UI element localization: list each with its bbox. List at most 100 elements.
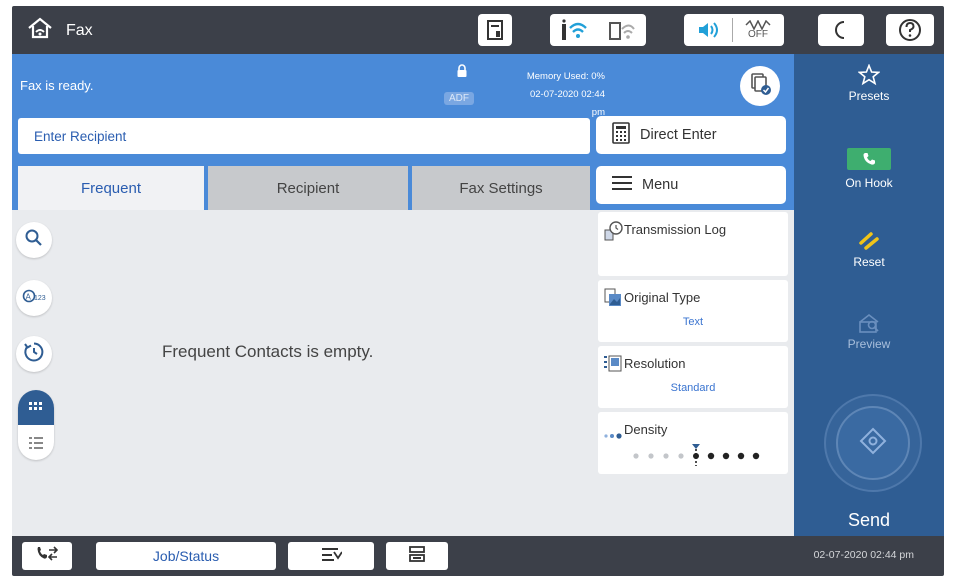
fax-screen: Fax OFF Fax is ready. ADF Memory Used: 0…	[12, 6, 944, 576]
density-level-dot[interactable]	[678, 453, 684, 459]
menu-label: Menu	[642, 177, 679, 193]
printer-status-icon	[478, 14, 512, 46]
list-view-icon[interactable]	[18, 425, 54, 460]
recipient-input[interactable]: Enter Recipient	[18, 118, 590, 154]
presets-label: Presets	[848, 89, 890, 103]
job-monitor-button[interactable]	[740, 66, 780, 106]
volume-icon	[684, 14, 732, 46]
alphabet-index-icon: A 123	[22, 287, 46, 310]
sleep-button[interactable]	[818, 14, 864, 46]
help-button[interactable]	[886, 14, 934, 46]
tab-fax-settings[interactable]: Fax Settings	[412, 166, 590, 210]
eco-off-label: OFF	[748, 29, 768, 40]
presets-button[interactable]: Presets	[794, 63, 944, 103]
star-icon	[794, 63, 944, 89]
tab-frequent[interactable]: Frequent	[18, 166, 208, 210]
eco-off-icon: OFF	[733, 14, 783, 46]
phone-transfer-icon	[36, 545, 59, 568]
density-level-dot[interactable]	[722, 452, 730, 460]
printer-status-button[interactable]	[478, 14, 512, 46]
screen-title: Fax	[66, 21, 93, 39]
sound-eco-group[interactable]: OFF	[684, 14, 784, 46]
original-type-label: Original Type	[624, 290, 701, 305]
hamburger-icon	[612, 175, 632, 195]
density-scale[interactable]	[628, 442, 778, 468]
clock-display: 02-07-2020 02:44 pm	[813, 549, 914, 561]
on-hook-button[interactable]: On Hook	[794, 148, 944, 190]
status-panel: Fax is ready. ADF Memory Used: 0% 02-07-…	[12, 54, 794, 210]
home-button[interactable]: Fax	[26, 16, 93, 45]
phone-icon	[847, 148, 891, 170]
send-label: Send	[847, 510, 891, 530]
send-button-inner	[836, 406, 910, 480]
resolution-value: Standard	[670, 382, 716, 394]
original-type-button[interactable]: Original Type Text	[598, 280, 788, 342]
direct-enter-button[interactable]: Direct Enter	[596, 116, 786, 154]
tab-bar: Frequent Recipient Fax Settings	[18, 166, 590, 210]
transmission-log-button[interactable]: Transmission Log	[598, 212, 788, 276]
sleep-icon	[818, 14, 864, 46]
density-icon	[604, 426, 622, 444]
svg-text:123: 123	[34, 295, 46, 302]
density-marker	[692, 444, 700, 449]
wifi-icon	[550, 14, 598, 46]
fax-data-button[interactable]	[386, 542, 448, 570]
job-status-button[interactable]: Job/Status	[96, 542, 276, 570]
density-level-dot[interactable]	[633, 453, 639, 459]
start-diamond-icon	[858, 426, 888, 461]
memory-status: Memory Used: 0% 02-07-2020 02:44 pm	[520, 68, 605, 122]
fax-call-button[interactable]	[22, 542, 72, 570]
resolution-button[interactable]: Resolution Standard	[598, 346, 788, 408]
resolution-icon	[604, 354, 622, 379]
help-icon	[886, 14, 934, 46]
search-button[interactable]	[16, 222, 52, 258]
reset-icon	[794, 230, 944, 255]
density-level-dot[interactable]	[752, 452, 760, 460]
transmission-log-label: Transmission Log	[624, 222, 727, 237]
search-icon	[24, 228, 44, 253]
bottom-bar: Job/Status 02-07-2020 02:44 pm	[12, 536, 944, 576]
network-status-group[interactable]	[550, 14, 646, 46]
memory-used: Memory Used: 0%	[526, 71, 605, 82]
frequent-contacts-panel: A 123 Frequent Contacts is empty.	[12, 210, 596, 536]
tab-recipient[interactable]: Recipient	[208, 166, 412, 210]
documents-icon	[747, 71, 773, 102]
grid-view-icon[interactable]	[18, 390, 54, 425]
adf-indicator: ADF	[444, 92, 474, 105]
keypad-icon	[612, 122, 630, 148]
status-datetime: 02-07-2020 02:44 pm	[529, 89, 605, 118]
fax-ready-status: Fax is ready.	[20, 78, 94, 93]
history-button[interactable]	[16, 336, 52, 372]
reset-label: Reset	[853, 255, 885, 269]
density-level-dot[interactable]	[707, 452, 715, 460]
preview-icon	[794, 312, 944, 337]
fax-settings-panel: Transmission Log Original Type Text Reso…	[596, 210, 794, 474]
preview-button[interactable]: Preview	[794, 312, 944, 351]
menu-button[interactable]: Menu	[596, 166, 786, 204]
right-sidebar: Presets On Hook Reset Preview Send	[794, 54, 944, 536]
lock-icon	[456, 64, 468, 83]
resolution-label: Resolution	[624, 356, 686, 371]
density-level-dot[interactable]	[737, 452, 745, 460]
original-type-icon	[604, 288, 622, 313]
svg-text:A: A	[26, 292, 32, 301]
home-icon	[26, 16, 54, 45]
direct-enter-label: Direct Enter	[640, 127, 717, 143]
density-button[interactable]: Density	[598, 412, 788, 474]
preview-label: Preview	[847, 337, 891, 351]
density-level-dot[interactable]	[648, 453, 654, 459]
density-level-dot[interactable]	[663, 453, 669, 459]
index-sort-button[interactable]: A 123	[16, 280, 52, 316]
fax-machine-icon	[408, 545, 426, 568]
view-toggle[interactable]	[18, 390, 54, 460]
print-out-button[interactable]	[288, 542, 374, 570]
transmit-list-icon	[320, 546, 343, 567]
send-button[interactable]	[824, 394, 922, 492]
density-label: Density	[624, 422, 668, 437]
top-bar: Fax OFF	[12, 6, 944, 54]
on-hook-label: On Hook	[845, 176, 893, 190]
empty-contacts-message: Frequent Contacts is empty.	[162, 342, 374, 361]
wifi-direct-icon	[598, 14, 646, 46]
reset-button[interactable]: Reset	[794, 230, 944, 269]
history-icon	[23, 341, 45, 368]
